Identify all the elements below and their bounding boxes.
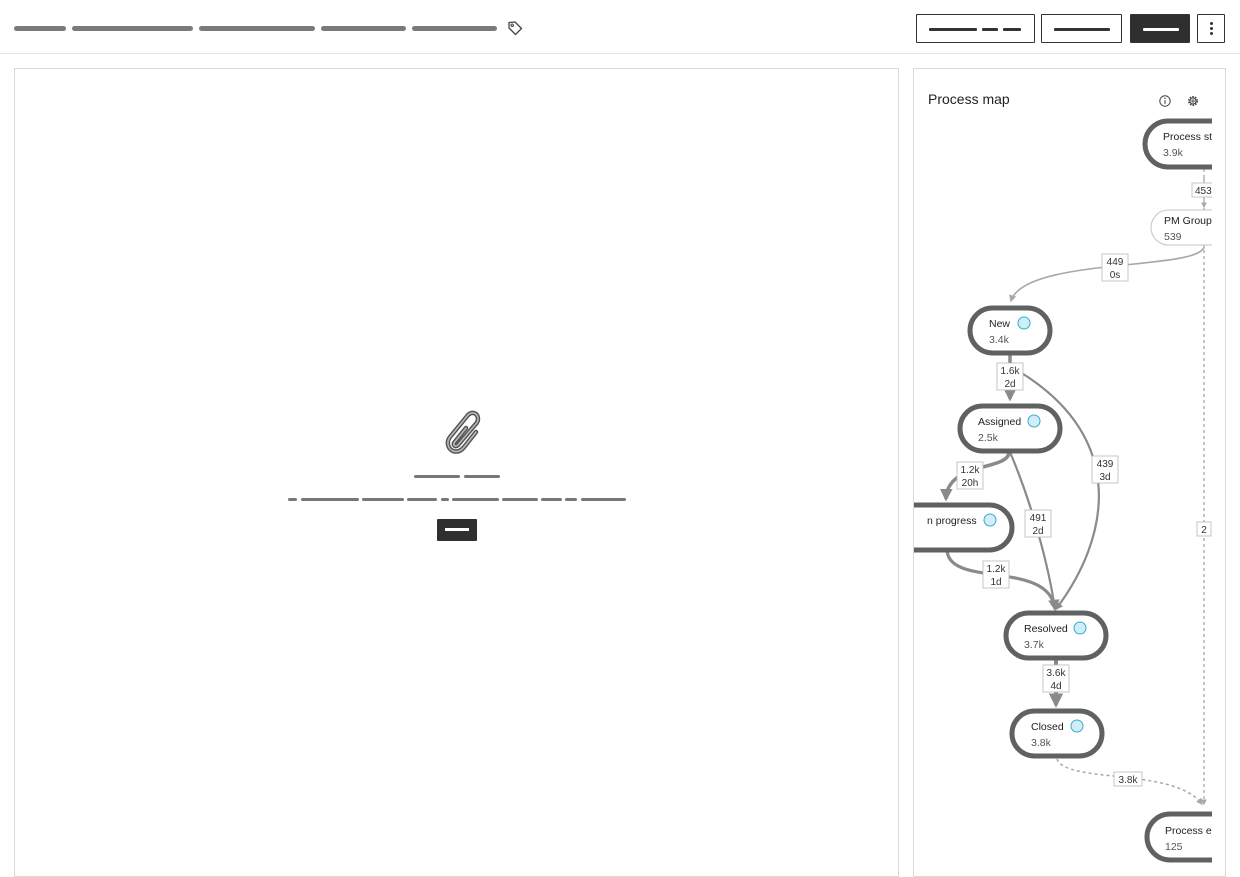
empty-description [301,498,359,501]
empty-state [15,69,898,876]
empty-description [407,498,437,501]
svg-text:2d: 2d [1004,379,1015,390]
node-indicator [1027,414,1041,428]
svg-text:1d: 1d [990,577,1001,588]
process-map-panel: 453 449 0s 1.6k 2d 439 3d 1.2k 20h 491 2… [913,68,1226,877]
edge-label: 1.6k 2d [996,362,1024,391]
node-new[interactable]: New 3.4k [967,305,1053,356]
svg-text:1.2k: 1.2k [987,564,1007,575]
svg-text:4d: 4d [1050,681,1061,692]
svg-text:3.6k: 3.6k [1047,668,1067,679]
svg-text:439: 439 [1097,459,1114,470]
paperclip-icon [445,410,481,454]
edge-label: 439 3d [1091,455,1119,484]
toolbar-button-2[interactable] [1041,14,1122,43]
svg-text:1.2k: 1.2k [961,465,981,476]
edge-label: 491 2d [1024,509,1052,538]
node-indicator [1070,719,1084,733]
svg-text:2: 2 [1201,525,1207,536]
svg-text:539: 539 [1164,231,1182,243]
breadcrumb-item-3[interactable] [199,26,315,31]
node-assigned[interactable]: Assigned 2.5k [957,403,1063,454]
svg-text:2.5k: 2.5k [978,432,999,444]
tag-icon[interactable] [507,20,523,36]
empty-description [452,498,499,501]
edge-label: 3.8k [1113,771,1143,787]
node-indicator [1017,316,1031,330]
svg-text:3.9k: 3.9k [1163,147,1184,159]
panel-title: Process map [928,91,1010,107]
svg-text:449: 449 [1107,257,1124,268]
more-vertical-icon [1210,22,1213,36]
process-map[interactable]: 453 449 0s 1.6k 2d 439 3d 1.2k 20h 491 2… [914,69,1226,877]
attachments-panel [14,68,899,877]
node-indicator [1073,621,1087,635]
edge-label: 3.6k 4d [1042,664,1070,693]
edge-label: 1.2k 20h [956,461,984,490]
empty-title [414,475,460,478]
node-resolved[interactable]: Resolved 3.7k [1003,610,1109,661]
svg-text:New: New [989,318,1010,330]
svg-text:Process st: Process st [1163,131,1212,143]
empty-description [288,498,297,501]
svg-text:453: 453 [1195,186,1212,197]
breadcrumb-item-1[interactable] [14,26,66,31]
breadcrumb-item-2[interactable] [72,26,193,31]
svg-text:Process e: Process e [1165,825,1212,837]
svg-text:3d: 3d [1099,472,1110,483]
svg-text:20h: 20h [962,478,979,489]
empty-description [502,498,538,501]
svg-text:125: 125 [1165,841,1183,853]
svg-text:0s: 0s [1110,270,1121,281]
svg-text:PM Group: PM Group [1164,215,1212,227]
edge-label: 1.2k 1d [982,560,1010,589]
svg-text:3.7k: 3.7k [1024,639,1045,651]
svg-text:1.6k: 1.6k [1001,366,1021,377]
svg-text:Closed: Closed [1031,721,1064,733]
empty-title [464,475,500,478]
empty-action-button[interactable] [437,519,477,541]
svg-text:3.8k: 3.8k [1031,737,1052,749]
breadcrumb-item-5[interactable] [412,26,497,31]
edge-label: 2 [1196,521,1212,537]
node-closed[interactable]: Closed 3.8k [1009,708,1105,759]
svg-text:Resolved: Resolved [1024,623,1068,635]
svg-text:Assigned: Assigned [978,416,1021,428]
svg-text:n progress: n progress [927,515,977,527]
settings-icon[interactable] [1186,94,1200,108]
primary-button[interactable] [1130,14,1190,43]
svg-text:3.4k: 3.4k [989,334,1010,346]
svg-text:2d: 2d [1032,526,1043,537]
top-bar [0,0,1240,54]
node-in-progress[interactable]: n progress [914,502,1015,553]
breadcrumb-item-4[interactable] [321,26,406,31]
edge-label: 449 0s [1101,253,1129,282]
empty-description [565,498,577,501]
empty-description [541,498,562,501]
empty-description [581,498,626,501]
toolbar-button-1[interactable] [916,14,1035,43]
more-options-button[interactable] [1197,14,1225,43]
node-indicator [983,513,997,527]
empty-description [441,498,449,501]
empty-description [362,498,404,501]
svg-text:491: 491 [1030,513,1047,524]
svg-text:3.8k: 3.8k [1119,775,1139,786]
info-icon[interactable] [1158,94,1172,108]
